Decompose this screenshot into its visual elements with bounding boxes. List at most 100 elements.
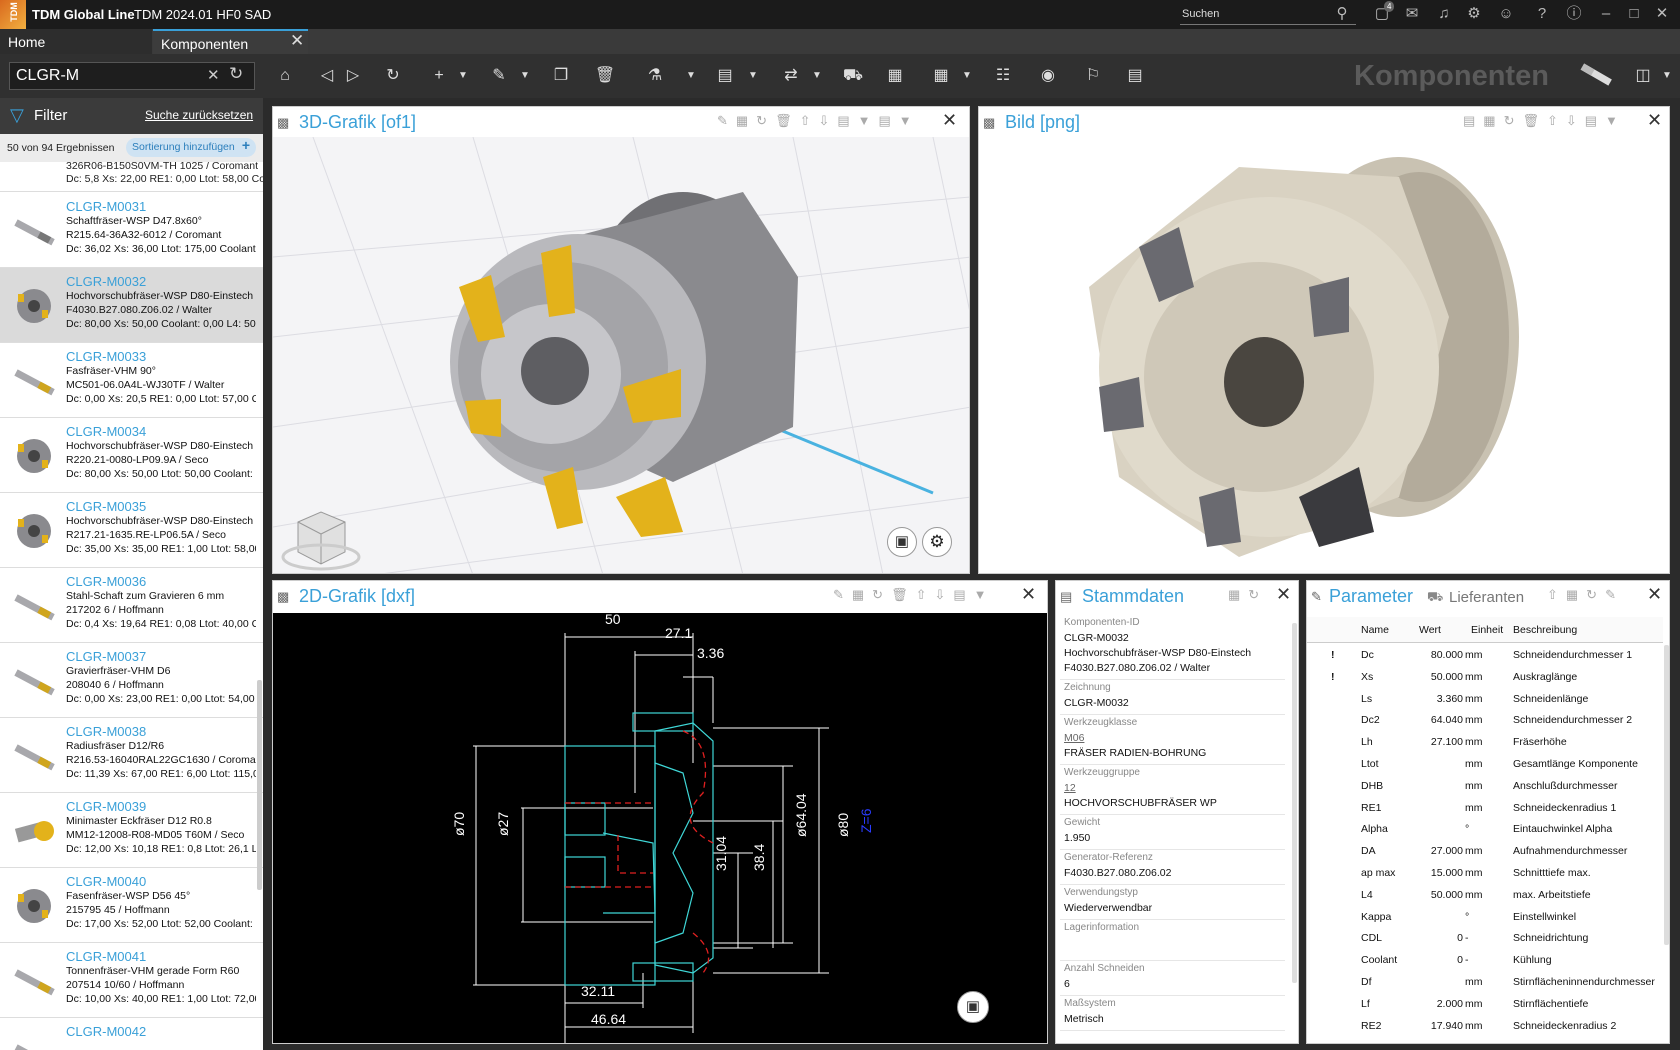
close-window-icon[interactable]: ✕ [1650,3,1674,25]
maximize-icon[interactable]: □ [1622,3,1646,25]
tab-home[interactable]: Home [0,29,152,54]
add-sort-button[interactable]: Sortierung hinzufügen + [126,137,256,157]
tab-lieferanten[interactable]: Lieferanten [1449,589,1524,606]
bell-icon[interactable]: ♫ [1432,3,1456,25]
panel-parameter-actions-icon[interactable]: ⇧▦↻✎ [1547,587,1624,603]
filter-label[interactable]: Filter [34,107,67,124]
col-name-header[interactable]: Name [1361,624,1389,636]
param-row[interactable]: RE1 mm Schneideckenradius 1 [1307,798,1663,820]
col-einheit-header[interactable]: Einheit [1471,624,1503,636]
list-item[interactable]: CLGR-M0036 Stahl-Schaft zum Gravieren 6 m… [0,568,263,643]
panel-3d-actions-icon[interactable]: ✎▦↻🗑⇧⇩▤▼▤▼ [717,113,920,129]
layout-icon[interactable]: ◫ [1630,64,1656,88]
param-scrollbar[interactable] [1664,645,1669,945]
notes-icon[interactable]: ▢ 4 [1370,1,1395,25]
document-dropdown-icon[interactable]: ▼ [740,64,766,88]
clear-search-icon[interactable]: ✕ [207,66,220,84]
fullscreen-2d-icon[interactable]: ▣ [957,991,989,1023]
panel-2d-actions-icon[interactable]: ✎▦↻🗑⇧⇩▤▼ [833,587,995,603]
close-parameter-panel-icon[interactable]: ✕ [1647,584,1662,605]
stammdaten-link[interactable]: M06 [1064,732,1084,744]
list-item[interactable]: CLGR-M0031 Schaftfräser-WSP D47.8x60° R215… [0,193,263,268]
transfer-dropdown-icon[interactable]: ▼ [804,64,830,88]
list-item[interactable]: CLGR-M0038 Radiusfräser D12/R6 R216.53-160… [0,718,263,793]
dxf-drawing[interactable] [273,613,1048,1044]
list-item[interactable]: CLGR-M0034 Hochvorschubfräser-WSP D80-Ein… [0,418,263,493]
fullscreen-3d-icon[interactable]: ▣ [887,527,917,557]
param-row[interactable]: Alpha ° Eintauchwinkel Alpha [1307,819,1663,841]
param-row[interactable]: Lh 27.100 mm Fräserhöhe [1307,732,1663,754]
cart-icon[interactable]: ⛟ [840,64,866,88]
close-tab-icon[interactable]: ✕ [290,31,304,51]
list-item-partial[interactable]: 326R06-B150S0VM-TH 1025 / Coromant Dc: 5… [0,162,263,192]
param-row[interactable]: Kappa ° Einstellwinkel [1307,907,1663,929]
info-icon[interactable]: ⓘ [1562,3,1586,25]
list-item[interactable]: CLGR-M0041 Tonnenfräser-VHM gerade Form R… [0,943,263,1018]
list-item-id[interactable]: CLGR-M0036 [66,574,146,589]
search-history-icon[interactable]: ↻ [229,64,243,84]
grid-icon[interactable]: ▦ [928,64,954,88]
3d-model-view[interactable] [273,137,970,574]
chat-icon[interactable]: ✉ [1400,3,1424,25]
tools-dropdown-icon[interactable]: ▼ [678,64,704,88]
param-row[interactable]: Ltot mm Gesamtlänge Komponente [1307,754,1663,776]
param-row[interactable]: Coolant 0- Kühlung [1307,950,1663,972]
close-2d-panel-icon[interactable]: ✕ [1021,584,1036,605]
list-item[interactable]: CLGR-M0032 Hochvorschubfräser-WSP D80-Ein… [0,268,263,343]
edit-dropdown-icon[interactable]: ▼ [512,64,538,88]
list-item-id[interactable]: CLGR-M0034 [66,424,146,439]
param-row[interactable]: DA 27.000 mm Aufnahmendurchmesser [1307,841,1663,863]
param-row[interactable]: ! Dc 80.000 mm Schneidendurchmesser 1 [1307,645,1663,667]
tag-icon[interactable]: ⚐ [1080,64,1106,88]
tools-group-icon[interactable]: ⚗ [642,64,668,88]
document-icon[interactable]: ▤ [712,64,738,88]
param-row[interactable]: DHB mm Anschlußdurchmesser [1307,776,1663,798]
param-row[interactable]: Ls 3.360 mm Schneidenlänge [1307,689,1663,711]
help-icon[interactable]: ? [1530,3,1554,25]
list-item[interactable]: CLGR-M0033 Fasfräser-VHM 90° MC501-06.0A4L… [0,343,263,418]
list-item[interactable]: CLGR-M0035 Hochvorschubfräser-WSP D80-Ein… [0,493,263,568]
param-row[interactable]: L4 50.000 mm max. Arbeitstiefe [1307,885,1663,907]
param-row[interactable]: Lf 2.000 mm Stirnflächentiefe [1307,994,1663,1016]
home-icon[interactable]: ⌂ [272,64,298,88]
delete-icon[interactable]: 🗑 [592,64,618,88]
stammdaten-link[interactable]: 12 [1064,782,1076,794]
list-item[interactable]: CLGR-M0040 Fasenfräser-WSP D56 45° 215795 … [0,868,263,943]
minimize-icon[interactable]: – [1594,3,1618,25]
list-item[interactable]: CLGR-M0042 [0,1018,263,1050]
param-row[interactable]: RE2 17.940 mm Schneideckenradius 2 [1307,1016,1663,1038]
notes-page-icon[interactable]: ▤ [1122,64,1148,88]
tab-parameter[interactable]: Parameter [1329,586,1413,607]
add-icon[interactable]: + [426,64,452,88]
transfer-icon[interactable]: ⇄ [778,64,804,88]
compare-icon[interactable]: ☷ [990,64,1016,88]
list-item-id[interactable]: CLGR-M0038 [66,724,146,739]
close-3d-panel-icon[interactable]: ✕ [942,110,957,131]
forward-icon[interactable]: ▷ [340,64,366,88]
list-item-id[interactable]: CLGR-M0039 [66,799,146,814]
refresh-icon[interactable]: ↻ [380,64,406,88]
list-item-id[interactable]: CLGR-M0041 [66,949,146,964]
list-item[interactable]: CLGR-M0037 Gravierfräser-VHM D6 208040 6 /… [0,643,263,718]
param-row[interactable]: ! Xs 50.000 mm Auskraglänge [1307,667,1663,689]
col-wert-header[interactable]: Wert [1419,624,1441,636]
copy-icon[interactable]: ❐ [548,64,574,88]
edit-icon[interactable]: ✎ [486,64,512,88]
layout-dropdown-icon[interactable]: ▼ [1654,64,1680,88]
param-row[interactable]: CDL 0- Schneidrichtung [1307,928,1663,950]
param-row[interactable]: ap max 15.000 mm Schnitttiefe max. [1307,863,1663,885]
filter-icon[interactable]: ▽ [10,105,24,126]
user-icon[interactable]: ☺ [1494,3,1518,25]
list-item-id[interactable]: CLGR-M0035 [66,499,146,514]
list-scrollbar[interactable] [257,680,262,890]
back-icon[interactable]: ◁ [314,64,340,88]
list-item-id[interactable]: CLGR-M0037 [66,649,146,664]
close-stammdaten-panel-icon[interactable]: ✕ [1276,584,1291,605]
settings-3d-icon[interactable]: ⚙ [922,527,952,557]
list-item-id[interactable]: CLGR-M0031 [66,199,146,214]
col-beschreibung-header[interactable]: Beschreibung [1513,624,1577,636]
stammdaten-scrollbar[interactable] [1292,623,1297,983]
panel-stammdaten-actions-icon[interactable]: ▦↻ [1228,587,1267,603]
report-icon[interactable]: ▦ [882,64,908,88]
list-item-id[interactable]: CLGR-M0033 [66,349,146,364]
